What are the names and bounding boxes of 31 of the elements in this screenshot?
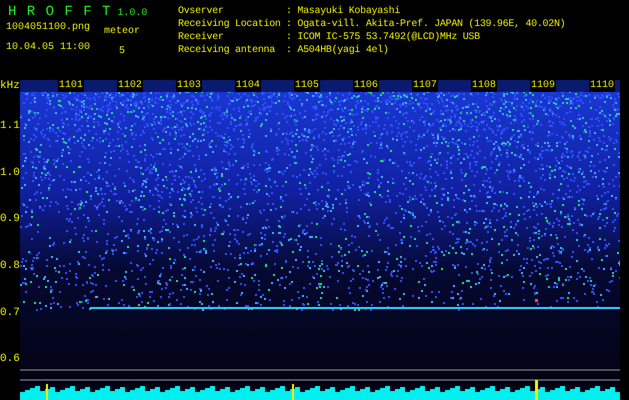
- info-value: : A504HB(yagi 4el): [286, 45, 389, 57]
- axis-label: 0.7: [0, 306, 20, 319]
- time-label: 1106: [352, 80, 379, 92]
- info-value: : ICOM IC-575 53.7492(@LCD)MHz USB: [286, 32, 480, 44]
- date-time: 10.04.05 11:00: [6, 42, 90, 54]
- app-title: H R O F F T: [8, 4, 112, 20]
- axis-label: 1.1: [0, 120, 20, 132]
- time-label: 1108: [470, 80, 497, 92]
- time-label: 1110: [588, 80, 615, 92]
- info-label: Ovserver: [178, 6, 225, 18]
- time-label: 1102: [116, 80, 143, 92]
- time-label: 1101: [58, 80, 84, 92]
- time-label: 1103: [176, 80, 202, 92]
- time-label: 1104: [234, 80, 261, 92]
- time-label: 1109: [530, 80, 556, 92]
- axis-label: 0.8: [0, 260, 20, 272]
- file-name: 1004051100.png: [6, 22, 90, 34]
- info-label: Receiving antenna: [178, 45, 276, 57]
- info-label: Receiving Location: [178, 19, 282, 31]
- axis-unit: kHz: [0, 80, 20, 94]
- axis-label: 0.6: [0, 353, 20, 366]
- time-label: 1105: [294, 80, 320, 92]
- meteor-count: 5: [119, 46, 126, 58]
- axis-label: 0.9: [0, 213, 20, 226]
- info-value: : Ogata-vill. Akita-Pref. JAPAN (139.96E, 40.02N): [286, 19, 566, 31]
- version-label: 1.0.0: [117, 8, 148, 19]
- info-label: Receiver: [178, 32, 225, 44]
- meteor-label: meteor: [104, 26, 140, 38]
- info-value: : Masayuki Kobayashi: [286, 6, 400, 18]
- axis-label: 1.0: [0, 166, 20, 179]
- time-label: 1107: [412, 80, 438, 92]
